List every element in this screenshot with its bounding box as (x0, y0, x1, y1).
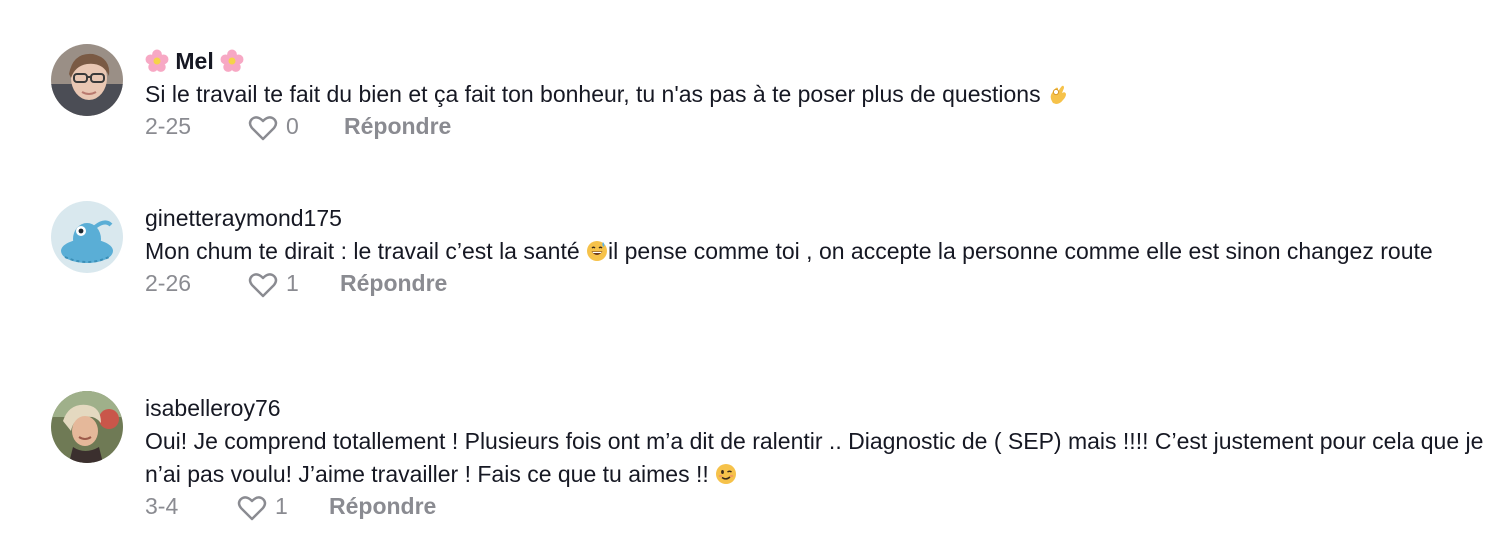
comment-text-content: Si le travail te fait du bien et ça fait… (145, 81, 1041, 107)
flower-emoji-icon (145, 49, 169, 72)
comment-username[interactable]: isabelleroy76 (145, 393, 1488, 423)
avatar[interactable] (51, 391, 123, 463)
avatar[interactable] (51, 201, 123, 273)
comment-date: 2-26 (145, 270, 192, 296)
flower-emoji-icon (220, 49, 244, 72)
comment-meta: 2-26 1 Répondre (145, 270, 1488, 300)
comment-text-content: Oui! Je comprend totallement ! Plusieurs… (145, 428, 1484, 487)
default-avatar-icon (51, 201, 123, 273)
grinning-sweat-emoji-icon (587, 241, 608, 261)
heart-outline-icon (237, 496, 267, 521)
heart-outline-icon (248, 116, 278, 141)
comment-meta: 3-4 1 Répondre (145, 493, 1488, 523)
comment-text: Si le travail te fait du bien et ça fait… (145, 78, 1488, 111)
reply-button[interactable]: Répondre (340, 270, 447, 297)
like-count: 1 (286, 270, 299, 296)
reply-button[interactable]: Répondre (344, 113, 451, 140)
username-text: Mel (175, 48, 214, 74)
comment-text-content: Mon chum te dirait : le travail c’est la… (145, 238, 580, 264)
winking-face-emoji-icon (716, 464, 737, 484)
comment-date: 3-4 (145, 493, 179, 519)
avatar[interactable] (51, 44, 123, 116)
user-avatar-photo (51, 44, 123, 116)
heart-outline-icon (248, 273, 278, 298)
like-count: 1 (275, 493, 288, 519)
comment-text: Oui! Je comprend totallement ! Plusieurs… (145, 425, 1488, 491)
comment-date: 2-25 (145, 113, 192, 139)
reply-button[interactable]: Répondre (329, 493, 436, 520)
comment-username[interactable]: ginetteraymond175 (145, 203, 1488, 233)
like-count: 0 (286, 113, 299, 139)
comment-text-continuation: il pense comme toi , on accepte la perso… (608, 238, 1433, 264)
ok-hand-emoji-icon (1050, 85, 1066, 104)
user-avatar-photo (51, 391, 123, 463)
comment-username[interactable]: Mel (145, 46, 1488, 76)
comment-meta: 2-25 0 Répondre (145, 113, 1488, 143)
comment-text: Mon chum te dirait : le travail c’est la… (145, 235, 1488, 268)
